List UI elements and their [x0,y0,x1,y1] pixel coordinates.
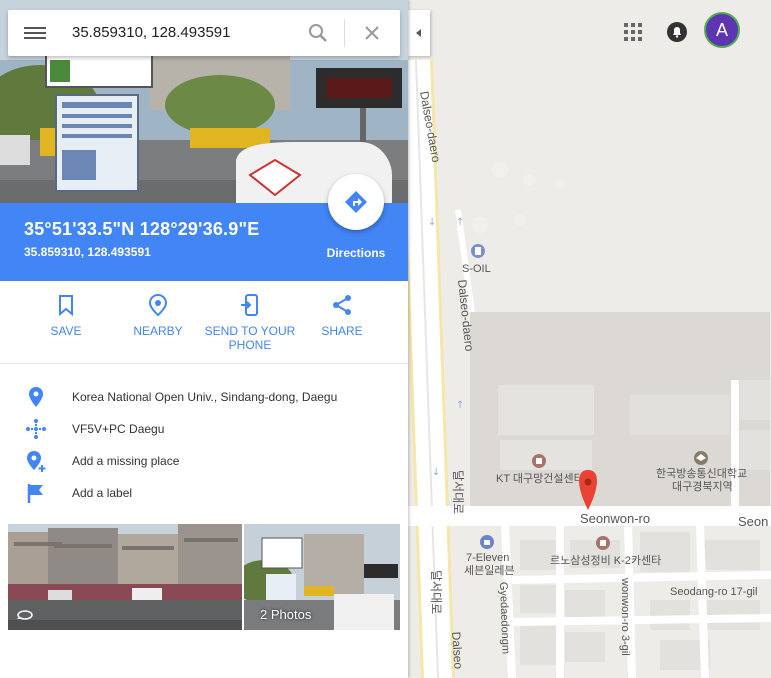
caret-left-icon [416,29,421,37]
road-label-gyedaedong: Gyedaedongm [497,582,512,655]
road-label-seodang-ro: Seodang-ro 17-gil [670,586,757,598]
share-button[interactable]: SHARE [296,293,388,338]
search-divider [344,19,345,47]
photo-strip: 2 Photos [8,524,400,630]
save-button[interactable]: SAVE [20,293,112,338]
send-to-phone-button[interactable]: SEND TO YOUR PHONE [204,293,296,352]
send-to-phone-label: SEND TO YOUR PHONE [204,324,296,352]
poi-label-soil: S-OIL [462,263,491,275]
poi-label-k2: 르노삼성정비 K-2카센타 [550,554,661,567]
share-icon [333,295,351,315]
road-label-dalseodae-ko: 달서대로 [451,470,465,514]
school-icon[interactable] [694,451,708,465]
add-label-text: Add a label [72,486,133,500]
plus-code-icon [26,419,46,439]
account-avatar[interactable]: A [704,12,740,48]
road-label-seonwon-ro-2: Seon [738,514,768,529]
road-label-seonwon-ro: Seonwon-ro [580,511,650,526]
add-place-text: Add a missing place [72,454,180,468]
directions-icon [345,191,367,213]
close-icon[interactable] [360,21,384,45]
poi-label-7-eleven: 7-Eleven [466,552,509,564]
360-view-icon [17,610,33,620]
svg-text:↑: ↑ [456,217,464,228]
car-repair-icon[interactable] [596,536,610,550]
notifications-bell-icon[interactable] [666,21,688,43]
place-header: 35°51'33.5"N 128°29'36.9"E 35.859310, 12… [0,174,408,281]
svg-text:↓: ↓ [432,467,440,478]
photos-thumbnail[interactable]: 2 Photos [244,524,400,630]
building-icon[interactable] [532,454,546,468]
poi-label-knou: 한국방송통신대학교 [656,467,747,480]
poi-label-kt: KT 대구망건설센터 [496,472,584,485]
plus-code-text: VF5V+PC Daegu [72,422,165,436]
directions-label[interactable]: Directions [316,246,396,260]
info-row-address[interactable]: Korea National Open Univ., Sindang-dong,… [0,380,408,412]
nearby-button[interactable]: NEARBY [112,293,204,338]
place-panel: 35°51'33.5"N 128°29'36.9"E 35.859310, 12… [0,0,408,678]
place-title: 35°51'33.5"N 128°29'36.9"E [24,219,260,239]
bookmark-icon [59,295,73,317]
nearby-label: NEARBY [133,324,183,338]
svg-text:↑: ↑ [456,400,464,411]
send-to-phone-icon [241,294,258,316]
info-row-plus-code[interactable]: VF5V+PC Daegu [0,412,408,444]
search-box [8,10,400,56]
place-subtitle: 35.859310, 128.493591 [24,245,151,259]
add-place-icon [27,451,46,472]
road-label-dalseodae-ko: 달서대로 [429,570,443,614]
svg-text:↓: ↓ [428,217,436,228]
location-pin-icon [29,387,43,407]
directions-button[interactable] [328,174,384,230]
save-label: SAVE [50,324,82,338]
action-bar: SAVE NEARBY SEND TO YOUR PHONE SHARE [0,281,408,364]
collapse-panel-button[interactable] [408,10,430,56]
poi-label-7-eleven-ko: 세븐일레븐 [464,563,515,577]
share-label: SHARE [321,324,363,338]
street-view-photo[interactable] [8,524,242,630]
search-input[interactable] [72,24,302,41]
address-text: Korea National Open Univ., Sindang-dong,… [72,390,338,404]
shop-icon[interactable] [480,535,494,549]
photo-count-label: 2 Photos [260,607,312,622]
apps-grid-icon[interactable] [624,23,642,41]
road-label-seonwon-3gil: wonwon-ro 3-gil [619,577,631,656]
info-row-add-label[interactable]: Add a label [0,476,408,508]
menu-icon[interactable] [24,24,46,42]
flag-icon [27,484,43,503]
road-label-dalseo: Dalseo [449,631,466,670]
search-icon[interactable] [306,21,330,45]
nearby-pin-icon [148,293,168,317]
gas-station-icon[interactable] [471,244,485,258]
poi-label-knou-region: 대구경북지역 [672,480,733,493]
info-row-add-place[interactable]: Add a missing place [0,444,408,476]
